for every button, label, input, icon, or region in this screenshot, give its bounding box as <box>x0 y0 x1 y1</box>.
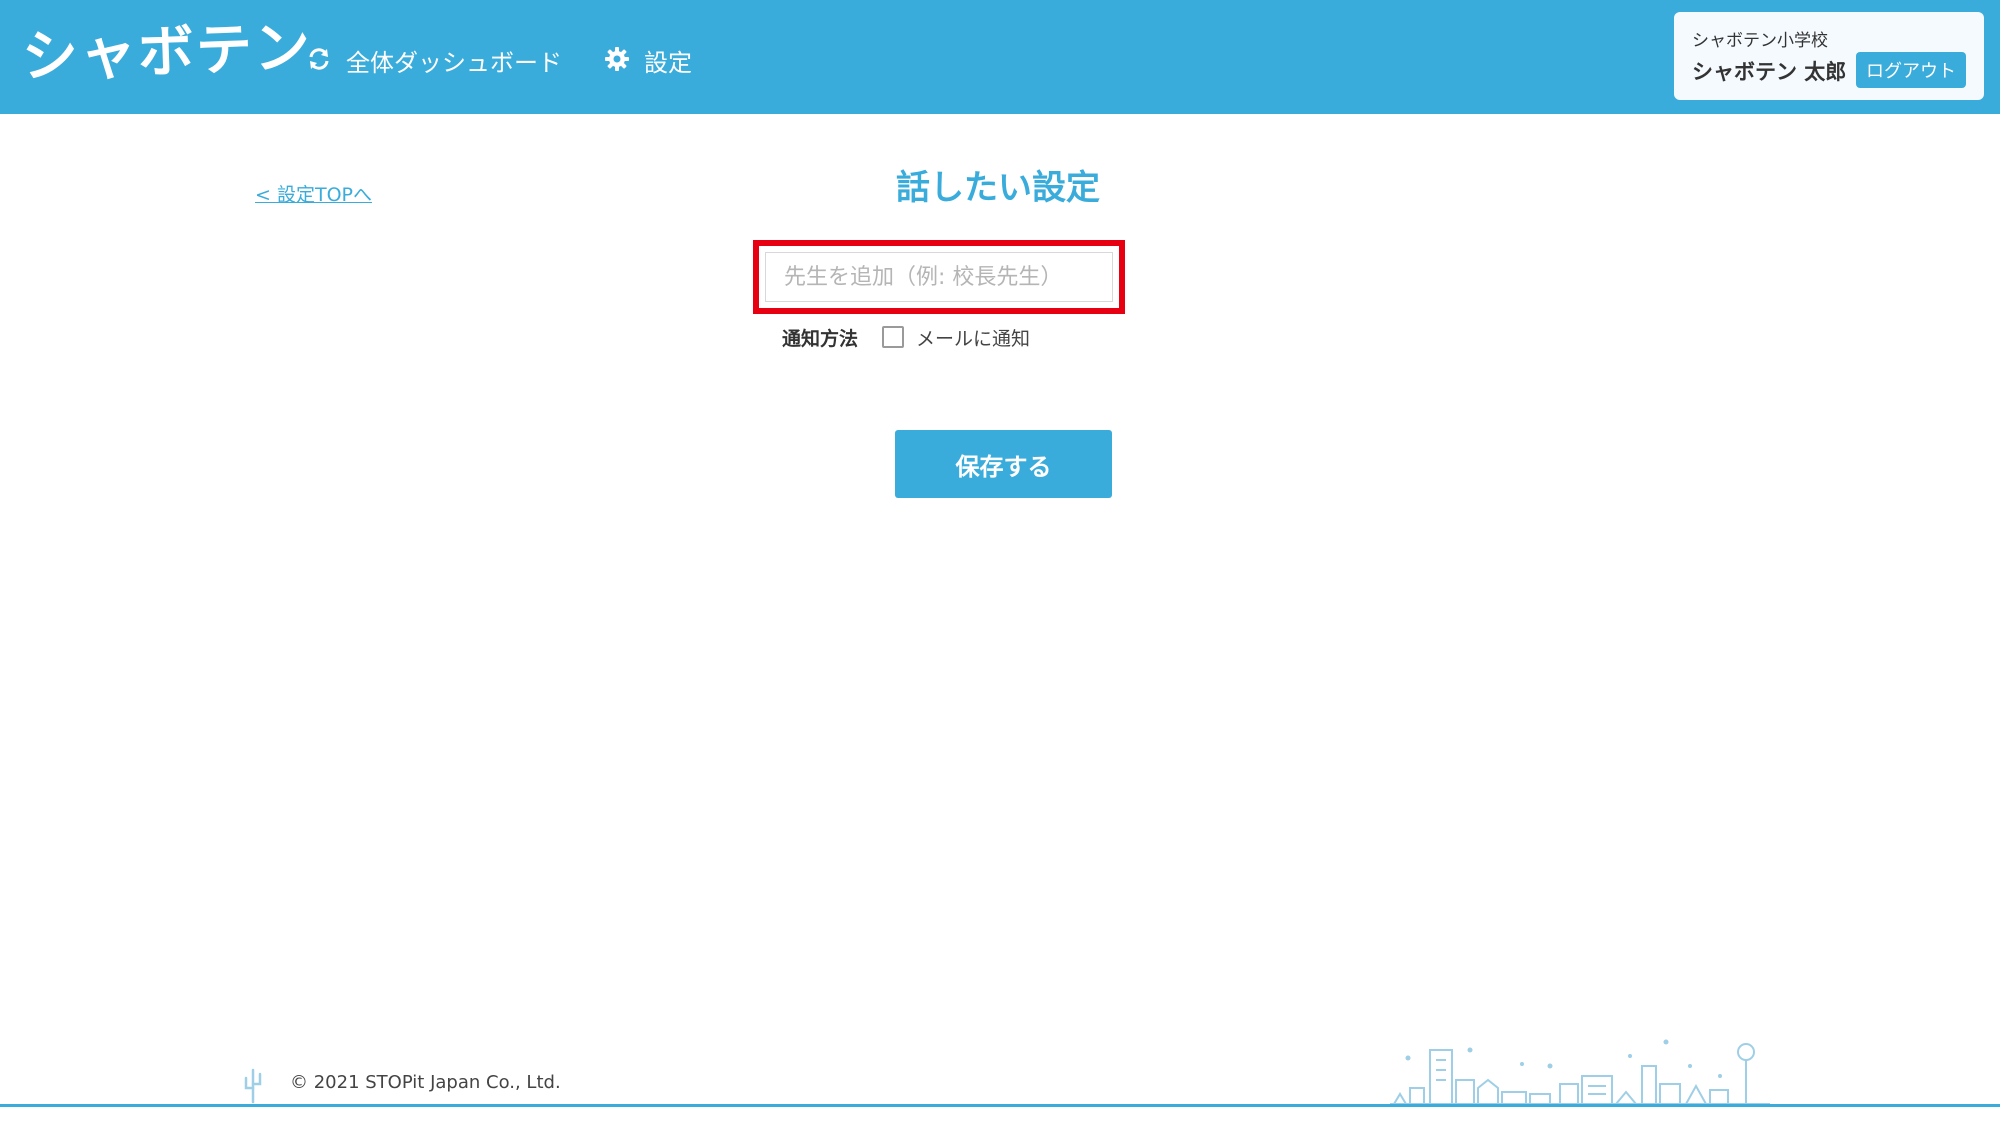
add-teacher-input[interactable] <box>765 252 1113 302</box>
copyright-text: © 2021 STOPit Japan Co., Ltd. <box>290 1072 561 1093</box>
gear-icon <box>604 46 632 74</box>
page-title: 話したい設定 <box>896 168 1100 208</box>
cactus-icon <box>244 1068 262 1104</box>
nav-settings-label: 設定 <box>644 48 692 77</box>
notify-method-row: 通知方法 メールに通知 <box>782 320 1030 354</box>
app-logo[interactable]: シャボテン <box>21 3 314 103</box>
email-notify-checkbox[interactable] <box>882 326 905 348</box>
user-name: シャボテン 太郎 <box>1692 60 1847 84</box>
sync-icon <box>306 46 334 74</box>
back-to-settings-link[interactable]: < 設定TOPへ <box>255 180 372 207</box>
top-header: シャボテン 全体ダッシュボード 設定 シャボテン小学校 シャボテン 太郎 ログア… <box>0 0 2000 114</box>
logout-button[interactable]: ログアウト <box>1856 52 1966 88</box>
nav-settings[interactable]: 設定 <box>604 40 692 80</box>
notify-method-label: 通知方法 <box>782 327 859 350</box>
user-panel: シャボテン小学校 シャボテン 太郎 ログアウト <box>1674 12 1984 100</box>
email-notify-label[interactable]: メールに通知 <box>916 324 1030 351</box>
save-button[interactable]: 保存する <box>895 430 1112 498</box>
nav-dashboard[interactable]: 全体ダッシュボード <box>306 40 562 80</box>
town-illustration <box>1390 1039 1770 1105</box>
footer-divider <box>0 1104 2000 1107</box>
nav-dashboard-label: 全体ダッシュボード <box>346 48 562 77</box>
school-name: シャボテン小学校 <box>1692 31 1828 51</box>
